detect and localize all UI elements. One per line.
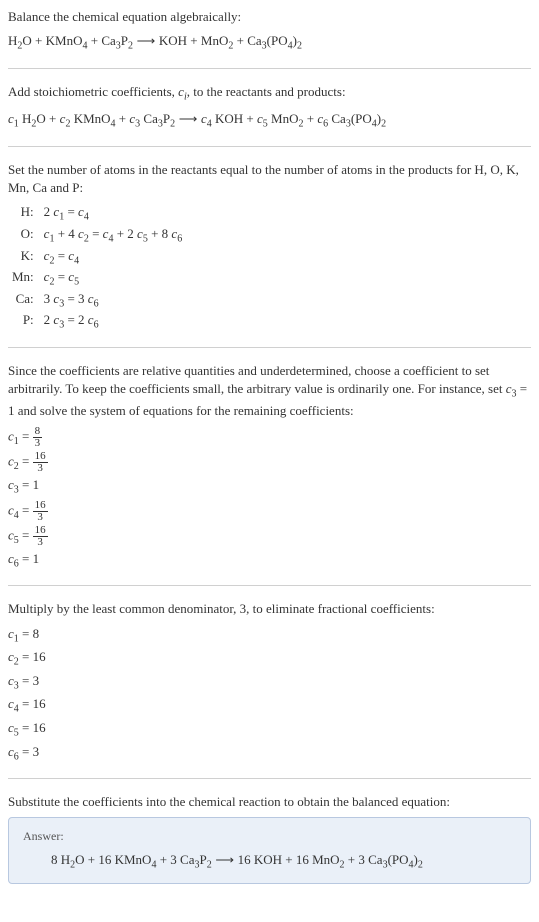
eq-h2o: H [8,33,17,48]
integer-coefficients: c1 = 8 c2 = 16 c3 = 3 c4 = 16 c5 = 16 c6… [8,625,531,765]
int-c6: c6 = 3 [8,743,531,765]
int-c4: c4 = 16 [8,695,531,717]
integer-title: Multiply by the least common denominator… [8,600,531,618]
coeff-c6: c6 = 1 [8,550,531,572]
int-c2: c2 = 16 [8,648,531,670]
coefficient-equation: c1 H2O + c2 KMnO4 + c3 Ca3P2 ⟶ c4 KOH + … [8,110,531,132]
divider [8,778,531,779]
answer-box: Answer: 8 H2O + 16 KMnO4 + 3 Ca3P2 ⟶ 16 … [8,817,531,883]
answer-label: Answer: [23,828,516,845]
add-coeff-title: Add stoichiometric coefficients, ci, to … [8,83,531,105]
coeff-c3: c3 = 1 [8,476,531,498]
section-add-coefficients: Add stoichiometric coefficients, ci, to … [8,83,531,132]
divider [8,585,531,586]
atom-row-mn: Mn: c2 = c5 [12,268,182,290]
section-answer: Substitute the coefficients into the che… [8,793,531,884]
answer-title: Substitute the coefficients into the che… [8,793,531,811]
coeff-c2: c2 = 163 [8,451,531,474]
divider [8,347,531,348]
section-integer: Multiply by the least common denominator… [8,600,531,764]
coeff-c1: c1 = 83 [8,426,531,449]
atom-row-k: K: c2 = c4 [12,247,182,269]
section-atom-balance: Set the number of atoms in the reactants… [8,161,531,333]
atom-balance-table: H: 2 c1 = c4 O: c1 + 4 c2 = c4 + 2 c5 + … [12,203,182,333]
int-c1: c1 = 8 [8,625,531,647]
atom-balance-title: Set the number of atoms in the reactants… [8,161,531,197]
section-fractional: Since the coefficients are relative quan… [8,362,531,571]
section-balance: Balance the chemical equation algebraica… [8,8,531,54]
fractional-coefficients: c1 = 83 c2 = 163 c3 = 1 c4 = 163 c5 = 16… [8,426,531,572]
atom-row-ca: Ca: 3 c3 = 3 c6 [12,290,182,312]
coeff-c5: c5 = 163 [8,525,531,548]
atom-row-o: O: c1 + 4 c2 = c4 + 2 c5 + 8 c6 [12,225,182,247]
balance-title: Balance the chemical equation algebraica… [8,8,531,26]
unbalanced-equation: H2O + KMnO4 + Ca3P2 ⟶ KOH + MnO2 + Ca3(P… [8,32,531,54]
coeff-c4: c4 = 163 [8,500,531,523]
divider [8,68,531,69]
atom-row-h: H: 2 c1 = c4 [12,203,182,225]
fractional-title: Since the coefficients are relative quan… [8,362,531,420]
divider [8,146,531,147]
atom-row-p: P: 2 c3 = 2 c6 [12,311,182,333]
int-c3: c3 = 3 [8,672,531,694]
balanced-equation: 8 H2O + 16 KMnO4 + 3 Ca3P2 ⟶ 16 KOH + 16… [23,851,516,873]
int-c5: c5 = 16 [8,719,531,741]
